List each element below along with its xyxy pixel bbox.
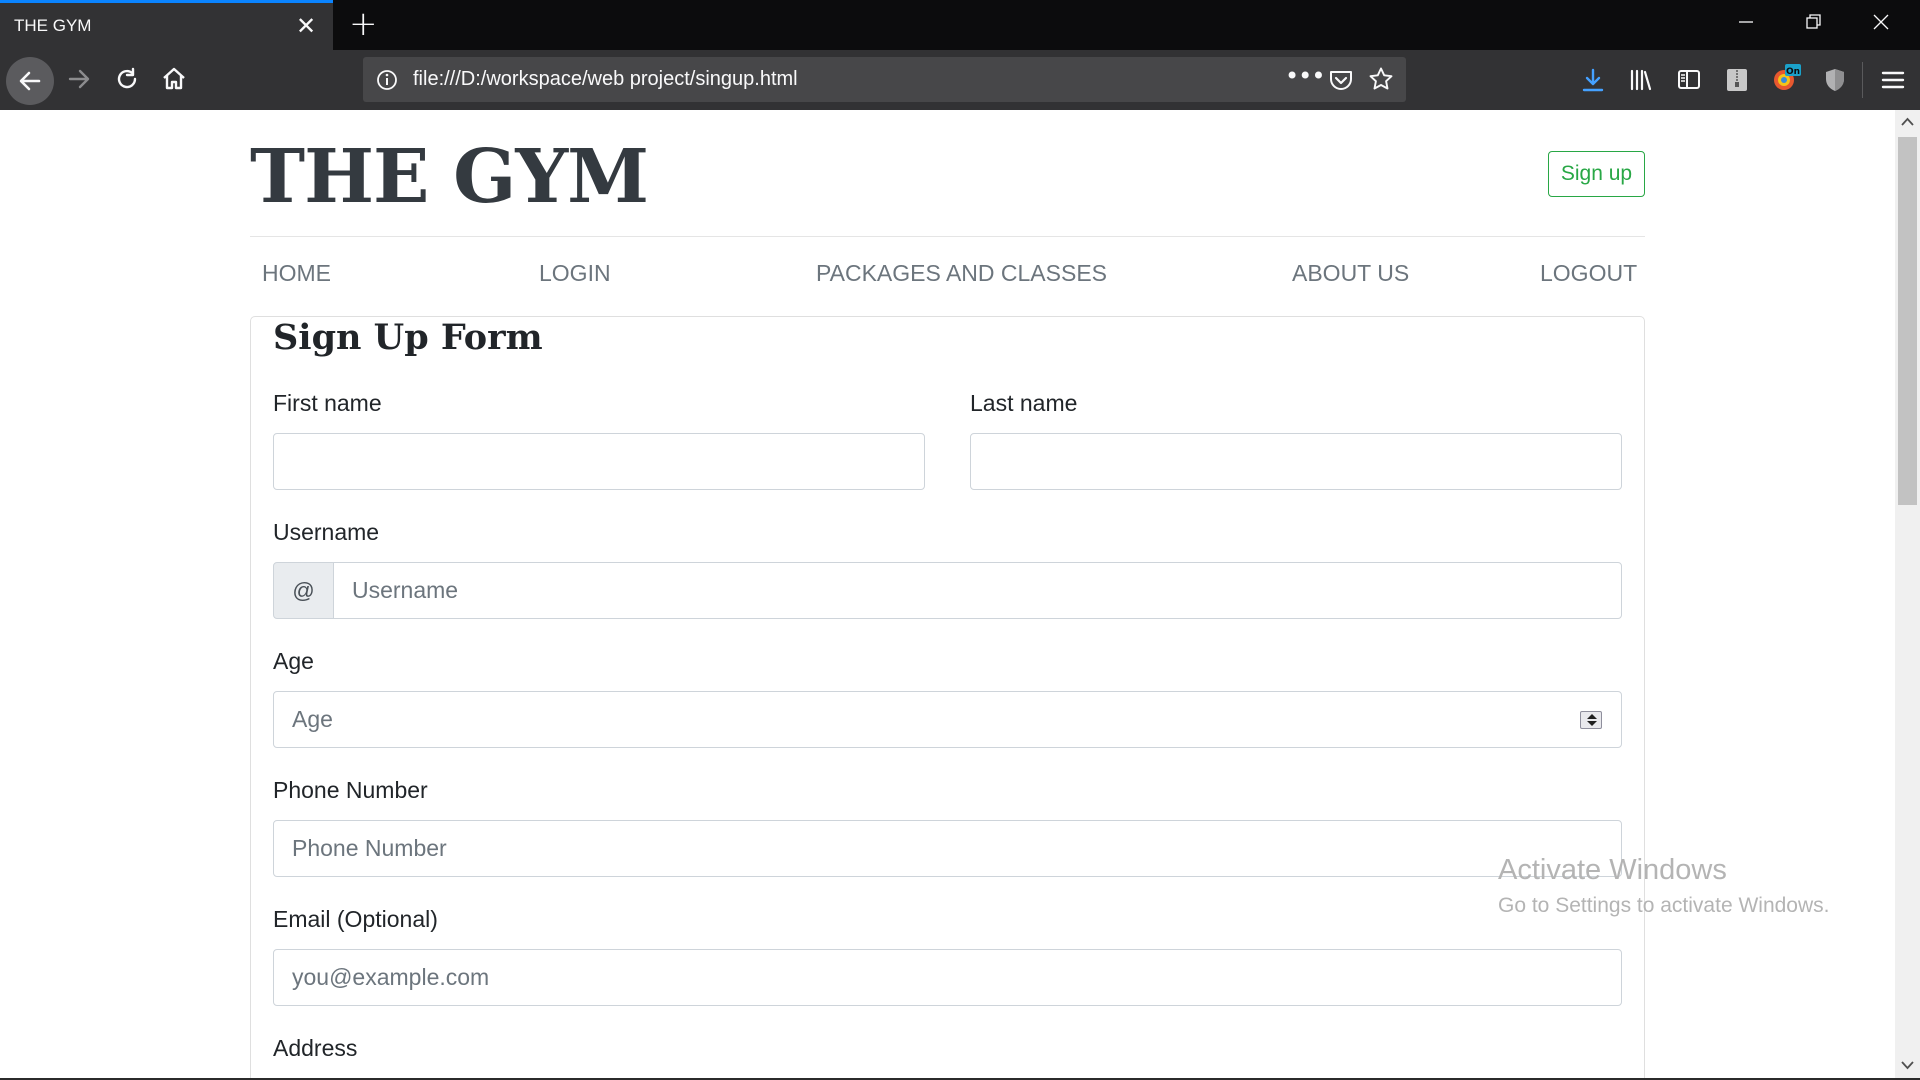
spin-up-icon[interactable] xyxy=(1587,714,1597,719)
bookmark-star-icon[interactable] xyxy=(1368,66,1394,96)
window-restore-icon[interactable] xyxy=(1806,10,1822,38)
tab-the-gym[interactable]: THE GYM ✕ xyxy=(0,0,333,50)
reload-icon[interactable] xyxy=(114,66,140,96)
scroll-up-icon[interactable] xyxy=(1901,115,1914,131)
pocket-icon[interactable] xyxy=(1328,67,1354,97)
site-info-icon[interactable] xyxy=(375,68,399,96)
extension-badge: On xyxy=(1786,67,1800,77)
age-input[interactable]: Age xyxy=(273,691,1622,748)
spin-down-icon[interactable] xyxy=(1587,721,1597,726)
form-title: Sign Up Form xyxy=(273,317,543,358)
age-placeholder: Age xyxy=(292,706,333,732)
header-divider xyxy=(250,236,1645,237)
new-tab-icon[interactable]: + xyxy=(349,5,378,43)
home-icon[interactable] xyxy=(161,66,187,96)
brand-title: THE GYM xyxy=(250,134,649,220)
sidebar-icon[interactable] xyxy=(1676,67,1702,97)
tab-title: THE GYM xyxy=(14,16,92,35)
hamburger-menu-icon[interactable] xyxy=(1880,67,1906,97)
tab-close-icon[interactable]: ✕ xyxy=(296,14,316,38)
vertical-scrollbar[interactable] xyxy=(1895,110,1920,1078)
url-text[interactable]: file:///D:/workspace/web project/singup.… xyxy=(413,68,798,91)
nav-home[interactable]: HOME xyxy=(262,260,331,287)
main-nav: HOME LOGIN PACKAGES AND CLASSES ABOUT US… xyxy=(250,260,1645,300)
nav-packages-and-classes[interactable]: PACKAGES AND CLASSES xyxy=(816,260,1107,287)
signup-form-card: Sign Up Form First name Last name Userna… xyxy=(250,316,1645,1078)
back-button[interactable] xyxy=(6,57,54,105)
last-name-input[interactable] xyxy=(970,433,1622,490)
extension-on-icon[interactable]: On xyxy=(1772,64,1802,97)
toolbar-separator xyxy=(1862,62,1863,98)
download-icon[interactable] xyxy=(1580,67,1606,97)
age-label: Age xyxy=(273,648,314,674)
shield-icon[interactable] xyxy=(1822,67,1848,97)
scrollbar-thumb[interactable] xyxy=(1898,137,1917,505)
phone-label: Phone Number xyxy=(273,777,428,803)
nav-about-us[interactable]: ABOUT US xyxy=(1292,260,1409,287)
address-label: Address xyxy=(273,1035,358,1061)
age-number-spinner[interactable] xyxy=(1580,711,1602,729)
username-label: Username xyxy=(273,519,380,545)
last-name-label: Last name xyxy=(970,390,1078,416)
signup-button[interactable]: Sign up xyxy=(1548,151,1645,197)
username-input[interactable]: Username xyxy=(333,562,1622,619)
activate-windows-subtitle: Go to Settings to activate Windows. xyxy=(1498,894,1830,917)
email-label: Email (Optional) xyxy=(273,906,438,932)
back-arrow-icon xyxy=(19,71,41,91)
scroll-down-icon[interactable] xyxy=(1901,1058,1914,1074)
forward-arrow-icon[interactable] xyxy=(66,66,92,96)
library-icon[interactable] xyxy=(1628,67,1654,97)
window-minimize-icon[interactable] xyxy=(1738,10,1754,38)
phone-input[interactable]: Phone Number xyxy=(273,820,1622,877)
username-at-addon: @ xyxy=(273,562,334,619)
nav-login[interactable]: LOGIN xyxy=(539,260,611,287)
email-input[interactable]: you@example.com xyxy=(273,949,1622,1006)
tab-strip: THE GYM ✕ + xyxy=(0,0,1920,50)
window-close-icon[interactable] xyxy=(1872,10,1890,38)
page-actions-icon[interactable]: ••• xyxy=(1285,62,1325,90)
first-name-input[interactable] xyxy=(273,433,925,490)
address-bar[interactable]: file:///D:/workspace/web project/singup.… xyxy=(363,57,1406,102)
first-name-label: First name xyxy=(273,390,382,416)
zip-extension-icon[interactable] xyxy=(1724,67,1750,97)
activate-windows-title: Activate Windows xyxy=(1498,854,1727,886)
page-viewport: THE GYM Sign up HOME LOGIN PACKAGES AND … xyxy=(0,110,1895,1078)
browser-toolbar: file:///D:/workspace/web project/singup.… xyxy=(0,50,1920,110)
nav-logout[interactable]: LOGOUT xyxy=(1540,260,1637,287)
